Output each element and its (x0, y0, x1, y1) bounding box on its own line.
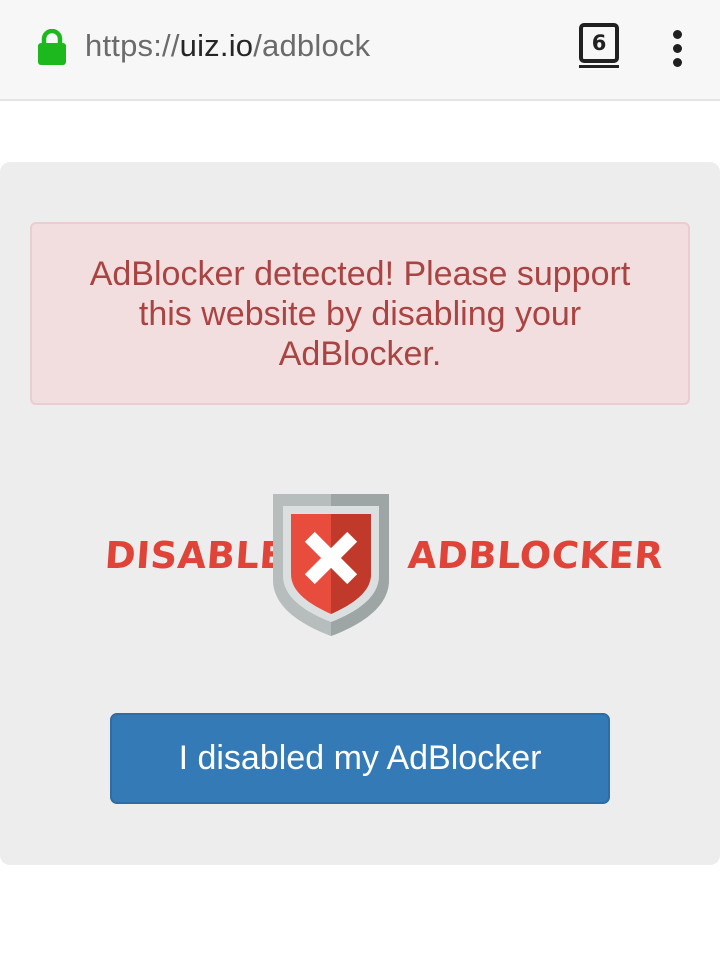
address-bar[interactable]: https://uiz.io/adblock (85, 28, 370, 64)
disable-adblocker-banner: DISABLE ADBLOCKER (0, 494, 720, 636)
menu-dot-icon (673, 30, 682, 39)
url-host: uiz.io (179, 28, 254, 63)
tab-switcher-button[interactable]: 6 (579, 23, 619, 69)
adblock-alert: AdBlocker detected! Please support this … (30, 222, 690, 405)
overflow-menu-button[interactable] (668, 28, 688, 68)
confirm-adblocker-disabled-button[interactable]: I disabled my AdBlocker (110, 713, 610, 804)
shield-x-icon (273, 494, 389, 636)
menu-dot-icon (673, 44, 682, 53)
confirm-button-label: I disabled my AdBlocker (178, 739, 542, 777)
banner-word-adblocker: ADBLOCKER (406, 534, 665, 577)
lock-icon[interactable] (38, 29, 66, 65)
tab-switcher-underline (579, 65, 619, 68)
banner-word-disable: DISABLE (103, 534, 287, 577)
alert-message: AdBlocker detected! Please support this … (89, 255, 631, 373)
adblock-panel: AdBlocker detected! Please support this … (0, 162, 720, 865)
tab-count: 6 (579, 23, 619, 63)
url-path: /adblock (253, 28, 371, 63)
menu-dot-icon (673, 58, 682, 67)
url-scheme: https:// (85, 28, 180, 63)
browser-toolbar: https://uiz.io/adblock 6 (0, 0, 720, 101)
